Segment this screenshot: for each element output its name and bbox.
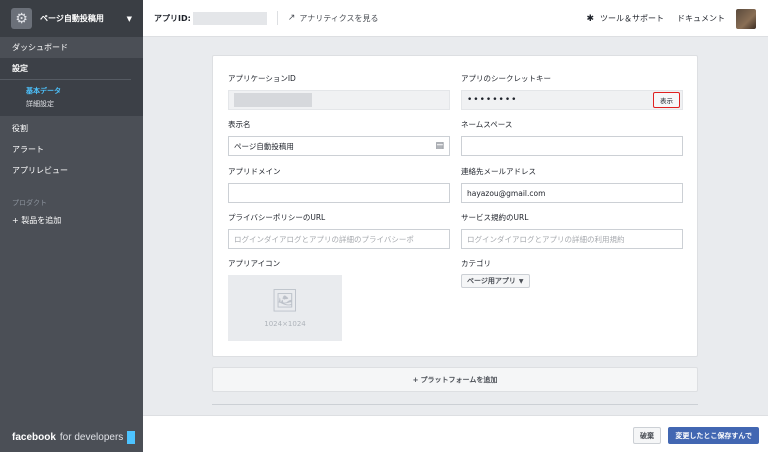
app-icon-dimensions: 1024×1024 [264, 319, 306, 328]
plus-icon: + [412, 375, 419, 384]
category-field: カテゴリ ページ用アプリ ▼ [461, 258, 683, 288]
app-secret-field: アプリのシークレットキー •••••••• 表示 [461, 73, 683, 110]
app-gear-icon: ⚙ [11, 8, 32, 29]
app-icon-label: アプリアイコン [228, 259, 281, 268]
sidebar-item-roles[interactable]: 役割 [0, 118, 143, 139]
divider [212, 404, 698, 405]
app-id-label: アプリID: [154, 13, 191, 23]
app-id-redacted-value [234, 93, 312, 107]
add-platform-button[interactable]: + プラットフォームを追加 [212, 367, 698, 392]
display-name-input[interactable]: ページ自動投稿用 ▤ [228, 136, 450, 156]
privacy-url-input[interactable]: ログインダイアログとアプリの詳細のプライバシーポ [228, 229, 450, 249]
contact-email-field: 連絡先メールアドレス hayazou@gmail.com [461, 166, 683, 203]
logo-mark-icon [127, 431, 136, 444]
logo-brand: facebook [12, 432, 56, 443]
sidebar-item-app-review[interactable]: アプリレビュー [0, 160, 143, 181]
namespace-label: ネームスペース [461, 120, 513, 129]
show-secret-button[interactable]: 表示 [653, 92, 680, 108]
privacy-url-placeholder: ログインダイアログとアプリの詳細のプライバシーポ [234, 234, 414, 244]
sidebar-item-basic[interactable]: 基本データ [0, 85, 143, 98]
contact-card-icon: ▤ [435, 141, 444, 151]
display-name-field: 表示名 ページ自動投稿用 ▤ [228, 119, 450, 156]
sidebar-item-settings[interactable]: 設定 [0, 58, 131, 80]
terms-url-placeholder: ログインダイアログとアプリの詳細の利用規約 [467, 234, 625, 244]
app-id-redacted [192, 11, 267, 25]
save-changes-button[interactable]: 変更したとこ保存すんで [668, 427, 759, 444]
contact-email-input[interactable]: hayazou@gmail.com [461, 183, 683, 203]
app-id-field-label: アプリケーションID [228, 74, 296, 83]
sidebar-item-advanced[interactable]: 詳細設定 [0, 98, 143, 111]
app-switcher[interactable]: ⚙ ページ自動投稿用 ▼ [0, 0, 143, 37]
add-product-link[interactable]: + 製品を追加 [0, 210, 143, 231]
tools-support-link[interactable]: ツール＆サポート [600, 13, 664, 24]
sidebar-item-alerts[interactable]: アラート [0, 139, 143, 160]
basic-settings-card: アプリケーションID アプリのシークレットキー •••••••• 表示 表示名 … [212, 55, 698, 357]
app-icon-upload[interactable]: 🖼 1024×1024 [228, 275, 342, 341]
logo-suffix: for developers [59, 432, 124, 443]
app-domain-field: アプリドメイン [228, 166, 450, 203]
caret-down-icon: ▼ [518, 277, 524, 285]
contact-email-label: 連絡先メールアドレス [461, 167, 536, 176]
bug-icon[interactable]: ✱ [586, 14, 594, 24]
analytics-label: アナリティクスを見る [299, 13, 379, 23]
sidebar-settings-group: 設定 基本データ 詳細設定 [0, 58, 143, 116]
app-name: ページ自動投稿用 [40, 14, 104, 23]
app-id-field: アプリケーションID [228, 73, 450, 110]
category-value: ページ用アプリ [467, 277, 516, 285]
privacy-url-label: プライバシーポリシーのURL [228, 213, 326, 222]
sidebar-item-dashboard[interactable]: ダッシュボード [0, 37, 143, 58]
trend-arrow-icon: ↗ [287, 13, 296, 23]
display-name-value: ページ自動投稿用 [234, 141, 294, 151]
app-id-value[interactable] [228, 90, 450, 110]
discard-button[interactable]: 破棄 [633, 427, 661, 444]
docs-link[interactable]: ドキュメント [677, 13, 725, 24]
app-icon-field: アプリアイコン 🖼 1024×1024 [228, 258, 358, 341]
caret-down-icon: ▼ [126, 14, 132, 23]
app-domain-input[interactable] [228, 183, 450, 203]
display-name-label: 表示名 [228, 120, 251, 129]
contact-email-value: hayazou@gmail.com [467, 188, 546, 198]
category-dropdown[interactable]: ページ用アプリ ▼ [461, 274, 530, 288]
top-bar: アプリID: ↗ アナリティクスを見る ✱ ツール＆サポート ドキュメント [143, 0, 768, 37]
app-secret-dots: •••••••• [467, 95, 518, 105]
divider [276, 11, 278, 25]
namespace-input[interactable] [461, 136, 683, 156]
app-secret-value[interactable]: •••••••• 表示 [461, 90, 683, 110]
terms-url-input[interactable]: ログインダイアログとアプリの詳細の利用規約 [461, 229, 683, 249]
sidebar-section-products: プロダクト [12, 199, 47, 207]
analytics-link[interactable]: ↗ アナリティクスを見る [288, 13, 379, 24]
terms-url-label: サービス規約のURL [461, 213, 529, 222]
privacy-url-field: プライバシーポリシーのURL ログインダイアログとアプリの詳細のプライバシーポ [228, 212, 450, 249]
app-domain-label: アプリドメイン [228, 167, 281, 176]
terms-url-field: サービス規約のURL ログインダイアログとアプリの詳細の利用規約 [461, 212, 683, 249]
image-placeholder-icon: 🖼 [271, 288, 299, 314]
add-platform-label: プラットフォームを追加 [420, 375, 498, 384]
namespace-field: ネームスペース [461, 119, 683, 156]
app-secret-label: アプリのシークレットキー [461, 74, 551, 83]
fb-developers-logo[interactable]: facebook for developers [12, 431, 136, 444]
action-bar: 破棄 変更したとこ保存すんで [143, 415, 768, 452]
category-label: カテゴリ [461, 259, 491, 268]
avatar[interactable] [736, 8, 756, 29]
sidebar: ⚙ ページ自動投稿用 ▼ ダッシュボード 設定 基本データ 詳細設定 役割 アラ… [0, 0, 143, 452]
